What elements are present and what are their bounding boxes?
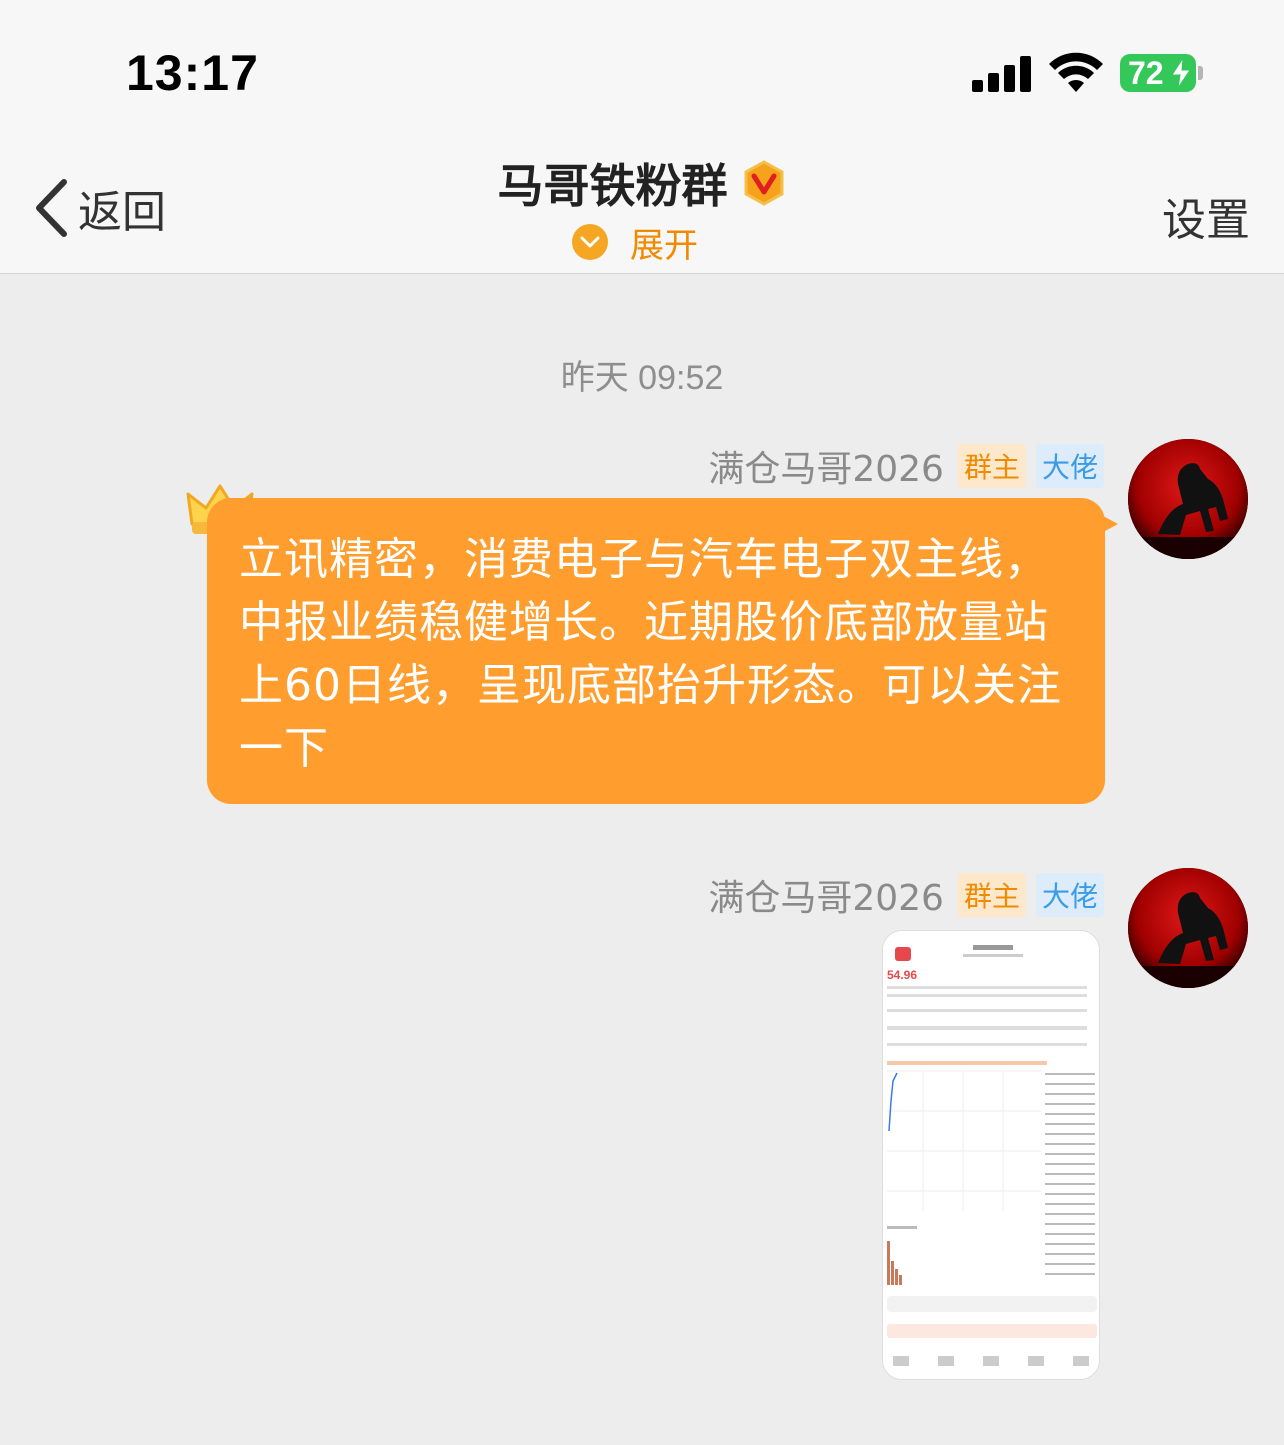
group-title-row[interactable]: 马哥铁粉群	[0, 150, 1284, 216]
stock-chart-thumbnail: 54.96	[883, 931, 1099, 1379]
settings-button[interactable]: 设置	[1162, 184, 1250, 248]
sender-avatar[interactable]	[1128, 868, 1248, 988]
expand-label: 展开	[630, 225, 698, 266]
stock-screenshot-image[interactable]: 54.96	[882, 930, 1100, 1380]
wifi-icon	[1049, 52, 1103, 92]
verified-v-icon	[744, 160, 784, 206]
message-sender-row: 满仓马哥2026 群主 大佬	[708, 873, 1104, 919]
status-time: 13:17	[126, 45, 259, 101]
status-bar: 13:17 72	[0, 0, 1284, 130]
battery-cap	[1198, 66, 1203, 80]
group-title: 马哥铁粉群	[497, 159, 728, 213]
cellular-signal-icon	[972, 56, 1031, 92]
sender-name: 满仓马哥2026	[708, 449, 944, 490]
message-bubble[interactable]: 立讯精密，消费电子与汽车电子双主线，中报业绩稳健增长。近期股价底部放量站上60日…	[207, 498, 1105, 804]
horse-avatar-image	[1128, 868, 1248, 988]
charging-bolt-icon	[1171, 58, 1191, 88]
message-timestamp: 昨天 09:52	[560, 359, 724, 397]
vip-badge: 大佬	[1035, 873, 1104, 917]
thumb-price: 54.96	[887, 968, 917, 982]
sender-name: 满仓马哥2026	[708, 878, 944, 919]
vip-badge: 大佬	[1035, 444, 1104, 488]
chat-header: 返回 马哥铁粉群 展开 设置	[0, 130, 1284, 274]
message-text: 立讯精密，消费电子与汽车电子双主线，中报业绩稳健增长。近期股价底部放量站上60日…	[239, 534, 1062, 774]
battery-level: 72	[1128, 55, 1164, 91]
chevron-down-icon	[572, 224, 608, 260]
owner-badge: 群主	[957, 873, 1026, 917]
message-sender-row: 满仓马哥2026 群主 大佬	[708, 444, 1104, 490]
sender-avatar[interactable]	[1128, 439, 1248, 559]
horse-avatar-image	[1128, 439, 1248, 559]
expand-button[interactable]: 展开	[572, 222, 698, 266]
owner-badge: 群主	[957, 444, 1026, 488]
